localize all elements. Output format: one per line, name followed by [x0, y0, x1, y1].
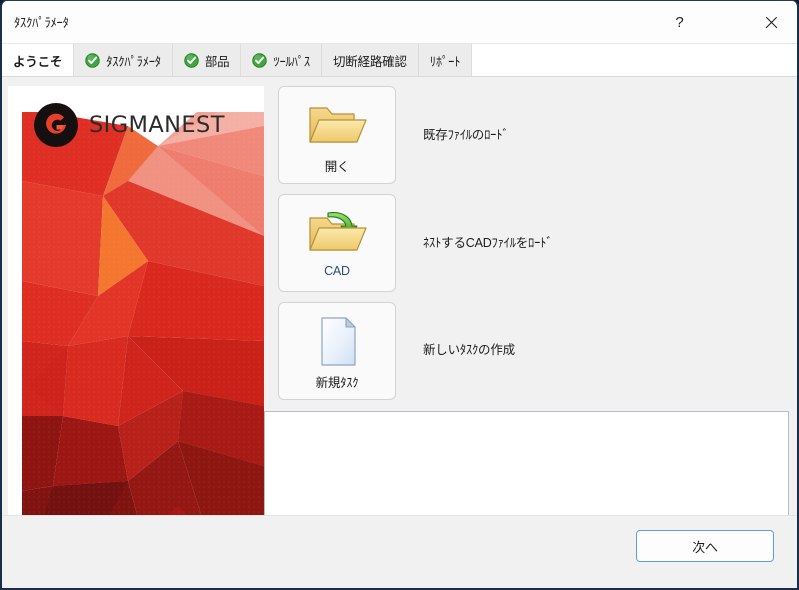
button-label: CAD: [324, 264, 350, 278]
close-icon: [764, 15, 779, 30]
tab-welcome[interactable]: ようこそ: [2, 44, 75, 76]
tab-report[interactable]: ﾘﾎﾟｰﾄ: [418, 44, 473, 76]
sigmanest-wordmark: SIGMANEST: [89, 112, 225, 138]
green-check-icon: [184, 52, 199, 68]
button-label: 新規ﾀｽｸ: [315, 376, 359, 390]
open-existing-file-button[interactable]: 開く: [278, 86, 396, 184]
title-bar: ﾀｽｸﾊﾟﾗﾒｰﾀ ?: [2, 1, 797, 44]
green-check-icon: [85, 52, 100, 68]
sigmanest-mark-icon: [34, 103, 78, 147]
sigmanest-logo: SIGMANEST: [8, 86, 264, 164]
footer-bar: 次へ: [2, 515, 797, 588]
tab-label: 切断経路確認: [332, 54, 407, 69]
tab-toolpath[interactable]: ﾂｰﾙﾊﾟｽ: [241, 44, 322, 76]
tab-parts[interactable]: 部品: [172, 44, 242, 76]
tab-task-parameters[interactable]: ﾀｽｸﾊﾟﾗﾒｰﾀ: [74, 44, 173, 76]
button-label: 開く: [324, 160, 350, 174]
green-check-icon: [252, 52, 268, 68]
next-button[interactable]: 次へ: [636, 530, 774, 562]
task-parameters-window: ﾀｽｸﾊﾟﾗﾒｰﾀ ? ようこそ ﾀｽｸﾊﾟﾗﾒｰﾀ 部品 ﾂｰﾙﾊﾟｽ 切断経…: [0, 0, 799, 590]
load-cad-file-description: ﾈｽﾄするCADﾌｧｲﾙをﾛｰﾄﾞ: [423, 236, 553, 250]
create-new-task-description: 新しいﾀｽｸの作成: [423, 343, 515, 357]
tab-cut-path-verify[interactable]: 切断経路確認: [321, 44, 419, 76]
folder-import-icon: [309, 212, 367, 251]
load-cad-file-button[interactable]: CAD: [278, 194, 396, 292]
create-new-task-button[interactable]: 新規ﾀｽｸ: [278, 302, 396, 400]
welcome-page: SIGMANEST 開く CAD 新規ﾀｽｸ 既存ﾌｧｲﾙのﾛｰﾄﾞ ﾈｽﾄする…: [2, 77, 797, 588]
new-document-icon: [321, 317, 356, 366]
notes-textarea[interactable]: [264, 411, 789, 529]
tab-label: ﾂｰﾙﾊﾟｽ: [273, 54, 310, 69]
tab-strip: ようこそ ﾀｽｸﾊﾟﾗﾒｰﾀ 部品 ﾂｰﾙﾊﾟｽ 切断経路確認 ﾘﾎﾟｰﾄ: [2, 44, 797, 77]
tab-label: ようこそ: [13, 54, 63, 69]
close-button[interactable]: [748, 1, 795, 43]
tab-label: ﾀｽｸﾊﾟﾗﾒｰﾀ: [106, 54, 161, 69]
question-mark-icon: ?: [675, 13, 684, 31]
tab-label: 部品: [204, 54, 230, 69]
help-button[interactable]: ?: [656, 1, 703, 43]
logo-swoosh-icon: [46, 113, 66, 134]
tab-label: ﾘﾎﾟｰﾄ: [429, 54, 461, 69]
open-folder-icon: [309, 107, 367, 143]
window-title: ﾀｽｸﾊﾟﾗﾒｰﾀ: [14, 16, 69, 30]
open-existing-file-description: 既存ﾌｧｲﾙのﾛｰﾄﾞ: [423, 128, 509, 142]
